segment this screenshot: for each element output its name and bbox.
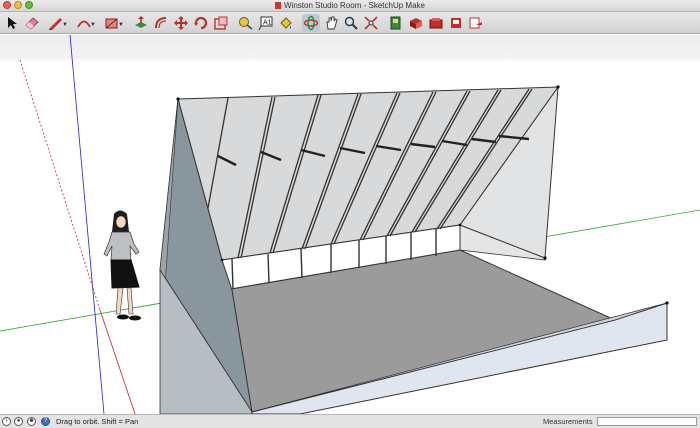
select-arrow-icon[interactable] [3, 14, 21, 32]
rotate-icon[interactable] [192, 14, 210, 32]
measurements-input[interactable] [597, 417, 697, 426]
arc-icon[interactable]: ▼ [71, 14, 97, 32]
svg-text:A1: A1 [263, 19, 272, 26]
offset-icon[interactable] [152, 14, 170, 32]
eraser-icon[interactable] [23, 14, 41, 32]
credits-icon[interactable]: ● [14, 417, 23, 426]
share-model-icon[interactable] [407, 14, 425, 32]
scale-figure-person [103, 210, 141, 321]
layout-icon[interactable] [447, 14, 465, 32]
move-icon[interactable] [172, 14, 190, 32]
window-title-wrap: Winston Studio Room - SketchUp Make [0, 0, 700, 11]
push-pull-icon[interactable] [132, 14, 150, 32]
text-icon[interactable]: A1 [257, 14, 275, 32]
scale-icon[interactable] [212, 14, 230, 32]
status-message: Drag to orbit. Shift = Pan [56, 417, 139, 426]
blue-axis-line [69, 35, 105, 414]
geo-location-icon[interactable]: i [2, 417, 11, 426]
red-axis-line-dotted [19, 59, 101, 311]
document-icon [275, 2, 282, 9]
orbit-icon[interactable] [302, 13, 320, 32]
model-viewport[interactable] [0, 35, 700, 414]
zoom-icon[interactable] [342, 14, 360, 32]
chevron-down-icon: ▼ [118, 21, 124, 28]
paint-bucket-icon[interactable] [277, 14, 295, 32]
measurements-label: Measurements [543, 417, 593, 426]
help-icon[interactable]: ? [41, 417, 50, 426]
red-axis-line [99, 309, 136, 414]
title-bar: Winston Studio Room - SketchUp Make [0, 0, 700, 12]
chevron-down-icon: ▼ [62, 21, 68, 28]
model-scene [0, 35, 700, 414]
extension-warehouse-icon[interactable] [427, 14, 445, 32]
chevron-down-icon: ▼ [90, 21, 96, 28]
pan-icon[interactable] [322, 14, 340, 32]
warehouse-icon[interactable] [387, 14, 405, 32]
main-toolbar: ▼ ▼ ▼ A1 [0, 12, 700, 34]
send-to-layout-icon[interactable] [467, 14, 485, 32]
pencil-line-icon[interactable]: ▼ [43, 14, 69, 32]
user-icon[interactable]: ☻ [27, 417, 36, 426]
window-title: Winston Studio Room - SketchUp Make [284, 1, 425, 10]
rectangle-icon[interactable]: ▼ [99, 14, 125, 32]
zoom-extents-icon[interactable] [362, 14, 380, 32]
tape-measure-icon[interactable] [237, 14, 255, 32]
status-bar: i ● ☻ ? Drag to orbit. Shift = Pan Measu… [0, 414, 700, 428]
